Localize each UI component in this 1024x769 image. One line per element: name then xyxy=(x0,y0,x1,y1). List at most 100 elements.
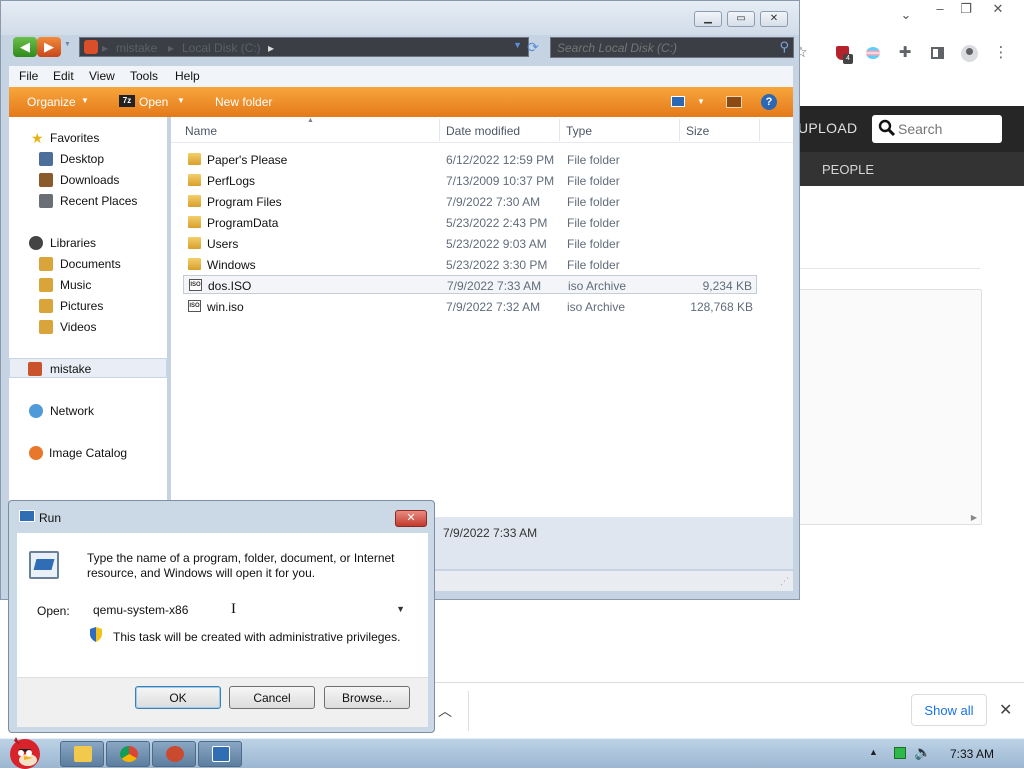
sidebar-icon[interactable] xyxy=(926,42,948,64)
file-list: ▲ Name Date modified Type Size Paper's P… xyxy=(171,117,793,517)
help-icon[interactable]: ? xyxy=(761,94,777,110)
content-card: ▶ xyxy=(790,289,982,525)
nav-favorites[interactable]: ★ Favorites xyxy=(9,128,167,148)
search-box[interactable]: ⚲ xyxy=(550,37,794,58)
address-dropdown-icon[interactable]: ▼ xyxy=(513,40,522,50)
column-separator[interactable] xyxy=(679,119,680,141)
minimize-button[interactable]: ▁ xyxy=(694,11,722,27)
file-row-selected[interactable]: ISO dos.ISO 7/9/2022 7:33 AM iso Archive… xyxy=(183,275,757,294)
column-separator[interactable] xyxy=(559,119,560,141)
column-size[interactable]: Size xyxy=(686,124,709,138)
run-titlebar[interactable]: Run ✕ xyxy=(9,501,434,533)
run-description: Type the name of a program, folder, docu… xyxy=(87,551,395,580)
nav-pictures[interactable]: Pictures xyxy=(9,296,167,316)
upload-link[interactable]: UPLOAD xyxy=(798,120,857,136)
people-link[interactable]: PEOPLE xyxy=(822,162,874,177)
nav-network[interactable]: Network xyxy=(9,401,167,421)
puzzle-icon[interactable]: ✚ xyxy=(894,42,916,64)
menu-edit[interactable]: Edit xyxy=(53,69,74,83)
cancel-button[interactable]: Cancel xyxy=(229,686,315,709)
nav-mistake[interactable]: mistake xyxy=(9,358,167,378)
view-dropdown-icon[interactable]: ▼ xyxy=(697,97,705,106)
nav-libraries[interactable]: Libraries xyxy=(9,233,167,253)
nav-downloads[interactable]: Downloads xyxy=(9,170,167,190)
show-all-button[interactable]: Show all xyxy=(911,694,987,726)
new-folder-button[interactable]: New folder xyxy=(215,95,272,109)
ok-button[interactable]: OK xyxy=(135,686,221,709)
breadcrumb-mistake[interactable]: mistake xyxy=(116,41,157,55)
file-row[interactable]: Windows 5/23/2022 3:30 PM File folder xyxy=(183,255,757,274)
menu-view[interactable]: View xyxy=(89,69,115,83)
tab-list-chevron-icon[interactable]: ⌄ xyxy=(892,6,920,24)
kebab-menu-icon[interactable]: ⋮ xyxy=(990,42,1012,64)
breadcrumb-local-disk[interactable]: Local Disk (C:) xyxy=(182,41,261,55)
file-row[interactable]: Paper's Please 6/12/2022 12:59 PM File f… xyxy=(183,150,757,169)
clock[interactable]: 7:33 AM xyxy=(950,747,994,761)
open-input[interactable] xyxy=(93,602,383,618)
browser-minimize-button[interactable]: – xyxy=(926,0,954,18)
nav-recent-places[interactable]: Recent Places xyxy=(9,191,167,211)
file-row[interactable]: ISO win.iso 7/9/2022 7:32 AM iso Archive… xyxy=(183,297,757,316)
taskbar-app[interactable] xyxy=(152,741,196,767)
search-input[interactable] xyxy=(557,40,767,55)
organize-button[interactable]: Organize xyxy=(27,95,76,109)
taskbar-explorer[interactable] xyxy=(60,741,104,767)
scroll-right-arrow-icon[interactable]: ▶ xyxy=(971,513,977,522)
nav-label: Network xyxy=(50,404,95,418)
site-search[interactable] xyxy=(872,115,1002,143)
nav-videos[interactable]: Videos xyxy=(9,317,167,337)
nav-music[interactable]: Music xyxy=(9,275,167,295)
show-hidden-icons-icon[interactable]: ▲ xyxy=(869,747,878,757)
folder-icon xyxy=(188,237,201,249)
recent-pages-dropdown-icon[interactable]: ▼ xyxy=(64,41,71,48)
refresh-icon[interactable]: ⟳ xyxy=(523,37,543,57)
dropdown-arrow-icon[interactable]: ▼ xyxy=(396,604,405,614)
nav-documents[interactable]: Documents xyxy=(9,254,167,274)
profile-icon[interactable] xyxy=(958,42,980,64)
file-row[interactable]: PerfLogs 7/13/2009 10:37 PM File folder xyxy=(183,171,757,190)
open-dropdown-icon[interactable]: ▼ xyxy=(177,96,185,105)
forward-button[interactable]: ▶ xyxy=(37,37,61,57)
explorer-titlebar[interactable]: ▁ ▭ ✕ xyxy=(1,1,799,35)
chevron-up-icon[interactable]: ︿ xyxy=(438,701,452,721)
open-combobox[interactable]: ▼ xyxy=(87,599,409,621)
start-button-angry-bird-icon[interactable] xyxy=(2,731,46,769)
column-separator[interactable] xyxy=(439,119,440,141)
menu-file[interactable]: File xyxy=(19,69,38,83)
file-row[interactable]: Program Files 7/9/2022 7:30 AM File fold… xyxy=(183,192,757,211)
close-button[interactable]: ✕ xyxy=(760,11,788,27)
back-button[interactable]: ◀ xyxy=(13,37,37,57)
menu-help[interactable]: Help xyxy=(175,69,200,83)
nav-image-catalog[interactable]: Image Catalog xyxy=(9,443,167,463)
maximize-button[interactable]: ▭ xyxy=(727,11,755,27)
file-row[interactable]: ProgramData 5/23/2022 2:43 PM File folde… xyxy=(183,213,757,232)
close-button[interactable]: ✕ xyxy=(395,510,427,527)
taskbar-run[interactable] xyxy=(198,741,242,767)
open-button[interactable]: Open xyxy=(139,95,168,109)
resize-grip-icon[interactable]: ⋰ xyxy=(780,576,789,587)
network-tray-icon[interactable] xyxy=(894,747,906,759)
nav-label: Music xyxy=(60,278,92,292)
column-date-modified[interactable]: Date modified xyxy=(446,124,520,138)
browser-restore-button[interactable]: ❐ xyxy=(952,0,980,18)
taskbar-chrome[interactable] xyxy=(106,741,150,767)
column-type[interactable]: Type xyxy=(566,124,592,138)
music-icon xyxy=(39,278,53,292)
trans-flag-extension-icon[interactable] xyxy=(862,42,884,64)
column-name[interactable]: Name xyxy=(185,124,217,138)
browser-close-button[interactable]: ✕ xyxy=(984,0,1012,18)
preview-pane-icon[interactable] xyxy=(726,96,742,108)
menu-tools[interactable]: Tools xyxy=(130,69,158,83)
file-row[interactable]: Users 5/23/2022 9:03 AM File folder xyxy=(183,234,757,253)
close-icon[interactable]: ✕ xyxy=(999,700,1012,720)
site-search-input[interactable] xyxy=(898,119,998,139)
volume-icon[interactable]: 🔈 xyxy=(914,744,931,761)
breadcrumb-separator: ▸ xyxy=(268,41,275,55)
change-view-icon[interactable] xyxy=(671,96,685,107)
shield-extension-icon[interactable]: 4 xyxy=(832,42,854,64)
address-box[interactable]: ▸ mistake ▸ Local Disk (C:) ▸ ▼ xyxy=(79,37,529,57)
browse-button[interactable]: Browse... xyxy=(324,686,410,709)
column-separator[interactable] xyxy=(759,119,760,141)
nav-desktop[interactable]: Desktop xyxy=(9,149,167,169)
organize-dropdown-icon[interactable]: ▼ xyxy=(81,96,89,105)
